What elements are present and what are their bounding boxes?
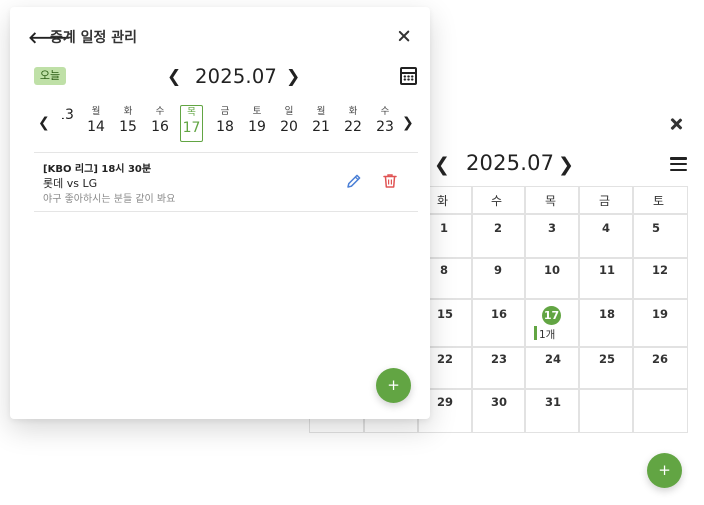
day-cell[interactable]: 5 bbox=[652, 221, 660, 235]
prev-month-button[interactable]: ❮ bbox=[167, 67, 181, 87]
next-week-button[interactable]: ❯ bbox=[402, 115, 414, 131]
day-cell[interactable]: 24 bbox=[545, 352, 561, 366]
weekday-header: 금 bbox=[599, 194, 611, 208]
week-day[interactable]: 월 21 bbox=[309, 105, 333, 142]
day-cell[interactable]: 1 bbox=[440, 221, 448, 235]
day-cell[interactable]: 8 bbox=[440, 263, 448, 277]
day-cell[interactable]: 25 bbox=[599, 352, 615, 366]
week-day[interactable]: 수 16 bbox=[148, 105, 172, 142]
week-day[interactable]: 월 14 bbox=[84, 105, 108, 142]
day-cell[interactable]: 9 bbox=[494, 263, 502, 277]
day-cell[interactable]: 12 bbox=[652, 263, 668, 277]
close-icon[interactable] bbox=[397, 29, 411, 43]
next-month-button[interactable]: ❯ bbox=[558, 154, 574, 176]
day-cell[interactable]: 29 bbox=[437, 395, 453, 409]
day-cell[interactable]: 19 bbox=[652, 307, 668, 321]
close-icon[interactable] bbox=[668, 116, 684, 132]
calendar-icon[interactable] bbox=[400, 67, 417, 85]
day-cell[interactable]: 22 bbox=[437, 352, 453, 366]
hamburger-menu-icon[interactable] bbox=[670, 157, 687, 172]
event-note: 야구 좋아하시는 분들 같이 봐요 bbox=[43, 194, 176, 205]
prev-week-button[interactable]: ❮ bbox=[38, 115, 50, 131]
week-day-selected[interactable]: 목 17 bbox=[180, 105, 203, 142]
week-day[interactable]: 화 15 bbox=[116, 105, 140, 142]
pencil-icon[interactable] bbox=[344, 171, 364, 191]
today-marker[interactable]: 17 bbox=[542, 306, 561, 325]
week-day[interactable]: 화 22 bbox=[341, 105, 365, 142]
week-day[interactable]: 금 18 bbox=[213, 105, 237, 142]
event-teams: 롯데 vs LG bbox=[43, 177, 98, 190]
week-day[interactable]: 일 20 bbox=[277, 105, 301, 142]
day-cell[interactable]: 10 bbox=[544, 263, 560, 277]
month-title: 2025.07 bbox=[466, 151, 555, 175]
prev-month-button[interactable]: ❮ bbox=[434, 154, 450, 176]
divider bbox=[34, 211, 418, 212]
event-indicator bbox=[534, 326, 537, 340]
weekday-header: 수 bbox=[491, 194, 503, 208]
day-cell[interactable]: 16 bbox=[491, 307, 507, 321]
day-cell[interactable]: 18 bbox=[599, 307, 615, 321]
day-cell[interactable]: 3 bbox=[548, 221, 556, 235]
weekday-header: 목 bbox=[545, 194, 557, 208]
day-cell[interactable]: 23 bbox=[491, 352, 507, 366]
event-count[interactable]: 1개 bbox=[539, 327, 555, 342]
day-cell[interactable]: 4 bbox=[602, 221, 610, 235]
trash-icon[interactable] bbox=[380, 171, 400, 191]
week-day[interactable]: 13 bbox=[62, 105, 77, 142]
day-cell[interactable]: 11 bbox=[599, 263, 615, 277]
day-cell[interactable]: 2 bbox=[494, 221, 502, 235]
weekday-header: 토 bbox=[653, 194, 665, 208]
schedule-management-panel: 🡐 중계 일정 관리 오늘 ❮ 2025.07 ❯ ❮ 13 월14 화15 수… bbox=[10, 7, 430, 419]
event-list-item[interactable]: [KBO 리그] 18시 30분 롯데 vs LG 야구 좋아하시는 분들 같이… bbox=[34, 153, 418, 211]
week-strip: ❮ 13 월14 화15 수16 목17 금18 토19 bbox=[10, 105, 430, 145]
page-title: 중계 일정 관리 bbox=[50, 30, 138, 46]
week-day[interactable]: 수 23 bbox=[373, 105, 396, 142]
day-cell[interactable]: 31 bbox=[545, 395, 561, 409]
today-button[interactable]: 오늘 bbox=[34, 67, 66, 85]
month-title: 2025.07 bbox=[195, 65, 278, 88]
add-event-fab[interactable]: + bbox=[647, 453, 682, 488]
day-cell[interactable]: 30 bbox=[491, 395, 507, 409]
day-cell[interactable]: 15 bbox=[437, 307, 453, 321]
week-days: 13 월14 화15 수16 목17 금18 토19 일20 bbox=[62, 105, 396, 145]
event-title: [KBO 리그] 18시 30분 bbox=[43, 164, 152, 175]
day-cell[interactable]: 26 bbox=[652, 352, 668, 366]
next-month-button[interactable]: ❯ bbox=[286, 67, 300, 87]
weekday-header: 화 bbox=[437, 194, 449, 208]
week-day[interactable]: 토 19 bbox=[245, 105, 269, 142]
add-event-fab[interactable]: + bbox=[376, 368, 411, 403]
